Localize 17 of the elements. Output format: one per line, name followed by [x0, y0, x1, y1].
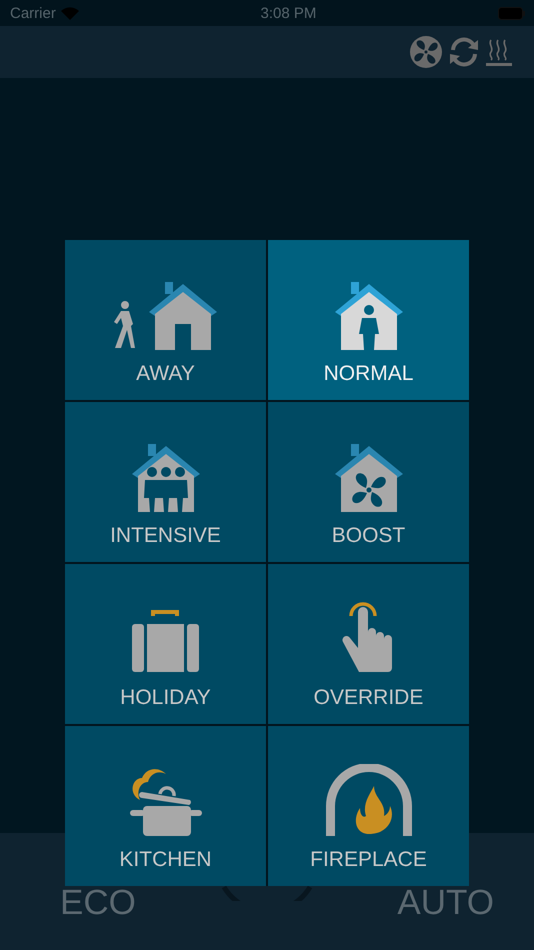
- battery-icon: [498, 6, 526, 20]
- mode-tile[interactable]: BOOST: [268, 402, 469, 562]
- wifi-icon: [60, 6, 79, 20]
- mode-tile[interactable]: OVERRIDE: [268, 564, 469, 724]
- status-time: 3:08 PM: [260, 4, 316, 22]
- mode-tile[interactable]: INTENSIVE: [65, 402, 266, 562]
- carrier-name: Carrier: [10, 4, 56, 22]
- fireplace-icon: [326, 764, 412, 836]
- suitcase-icon: [130, 608, 200, 674]
- mode-tile[interactable]: FIREPLACE: [268, 726, 469, 886]
- mode-tile[interactable]: HOLIDAY: [65, 564, 266, 724]
- fan-icon[interactable]: [410, 36, 442, 68]
- refresh-icon[interactable]: [448, 36, 480, 68]
- heat-icon[interactable]: [486, 38, 512, 66]
- mode-tile[interactable]: KITCHEN: [65, 726, 266, 886]
- mode-tile[interactable]: NORMAL: [268, 240, 469, 400]
- mode-tile[interactable]: AWAY: [65, 240, 266, 400]
